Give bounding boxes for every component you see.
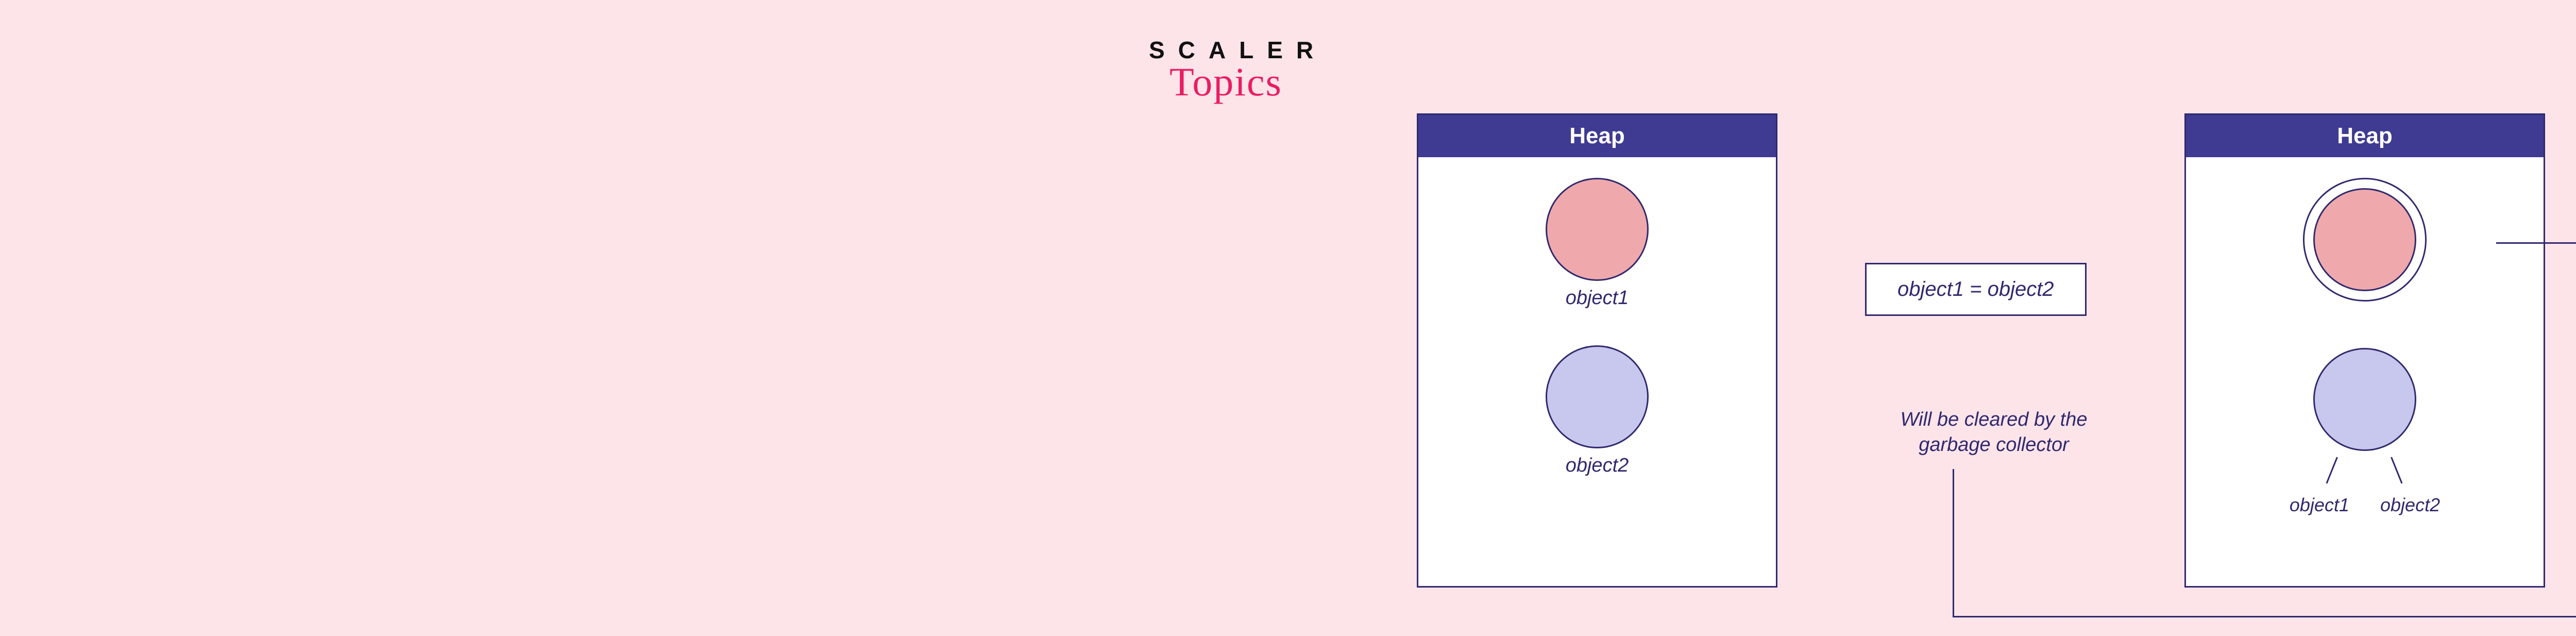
heap-right-body: object1 object2 xyxy=(2186,157,2544,547)
circle-icon xyxy=(2313,348,2416,451)
circle-icon xyxy=(1546,345,1649,448)
gc-caption-line1: Will be cleared by the xyxy=(1901,409,2088,430)
heap-left-title: Heap xyxy=(1418,115,1776,157)
heap-right-shared-obj: object1 object2 xyxy=(2287,348,2442,516)
assignment-expression: object1 = object2 xyxy=(1865,263,2087,316)
connector-line xyxy=(2496,242,2576,244)
circle-icon xyxy=(2313,188,2416,291)
heap-left-object1: object1 xyxy=(1546,178,1649,309)
gc-caption: Will be cleared by the garbage collector xyxy=(1865,407,2123,458)
heap-right-top-obj xyxy=(2303,178,2427,302)
object2-label: object2 xyxy=(1566,455,1629,477)
heap-left-body: object1 object2 xyxy=(1418,157,1776,508)
scaler-logo: SCALER Topics xyxy=(1149,36,1365,105)
object1-label: object1 xyxy=(1566,287,1629,309)
logo-text-bottom: Topics xyxy=(1170,59,1365,105)
connector-line xyxy=(1953,469,1954,617)
connector-line xyxy=(2326,457,2338,483)
heap-left-object2: object2 xyxy=(1546,345,1649,477)
diagram-canvas: SCALER Topics Heap object1 object2 objec… xyxy=(1149,36,2576,598)
code-text: object1 = object2 xyxy=(1897,278,2054,300)
gc-ring-icon xyxy=(2303,178,2427,302)
connector-line xyxy=(2391,457,2402,483)
gc-caption-line2: garbage collector xyxy=(1919,434,2069,456)
heap-box-left: Heap object1 object2 xyxy=(1417,113,1777,588)
connector-line xyxy=(1953,616,2576,617)
heap-right-title: Heap xyxy=(2186,115,2544,157)
circle-icon xyxy=(1546,178,1649,281)
heap-box-right: Heap object1 object2 xyxy=(2184,113,2545,588)
